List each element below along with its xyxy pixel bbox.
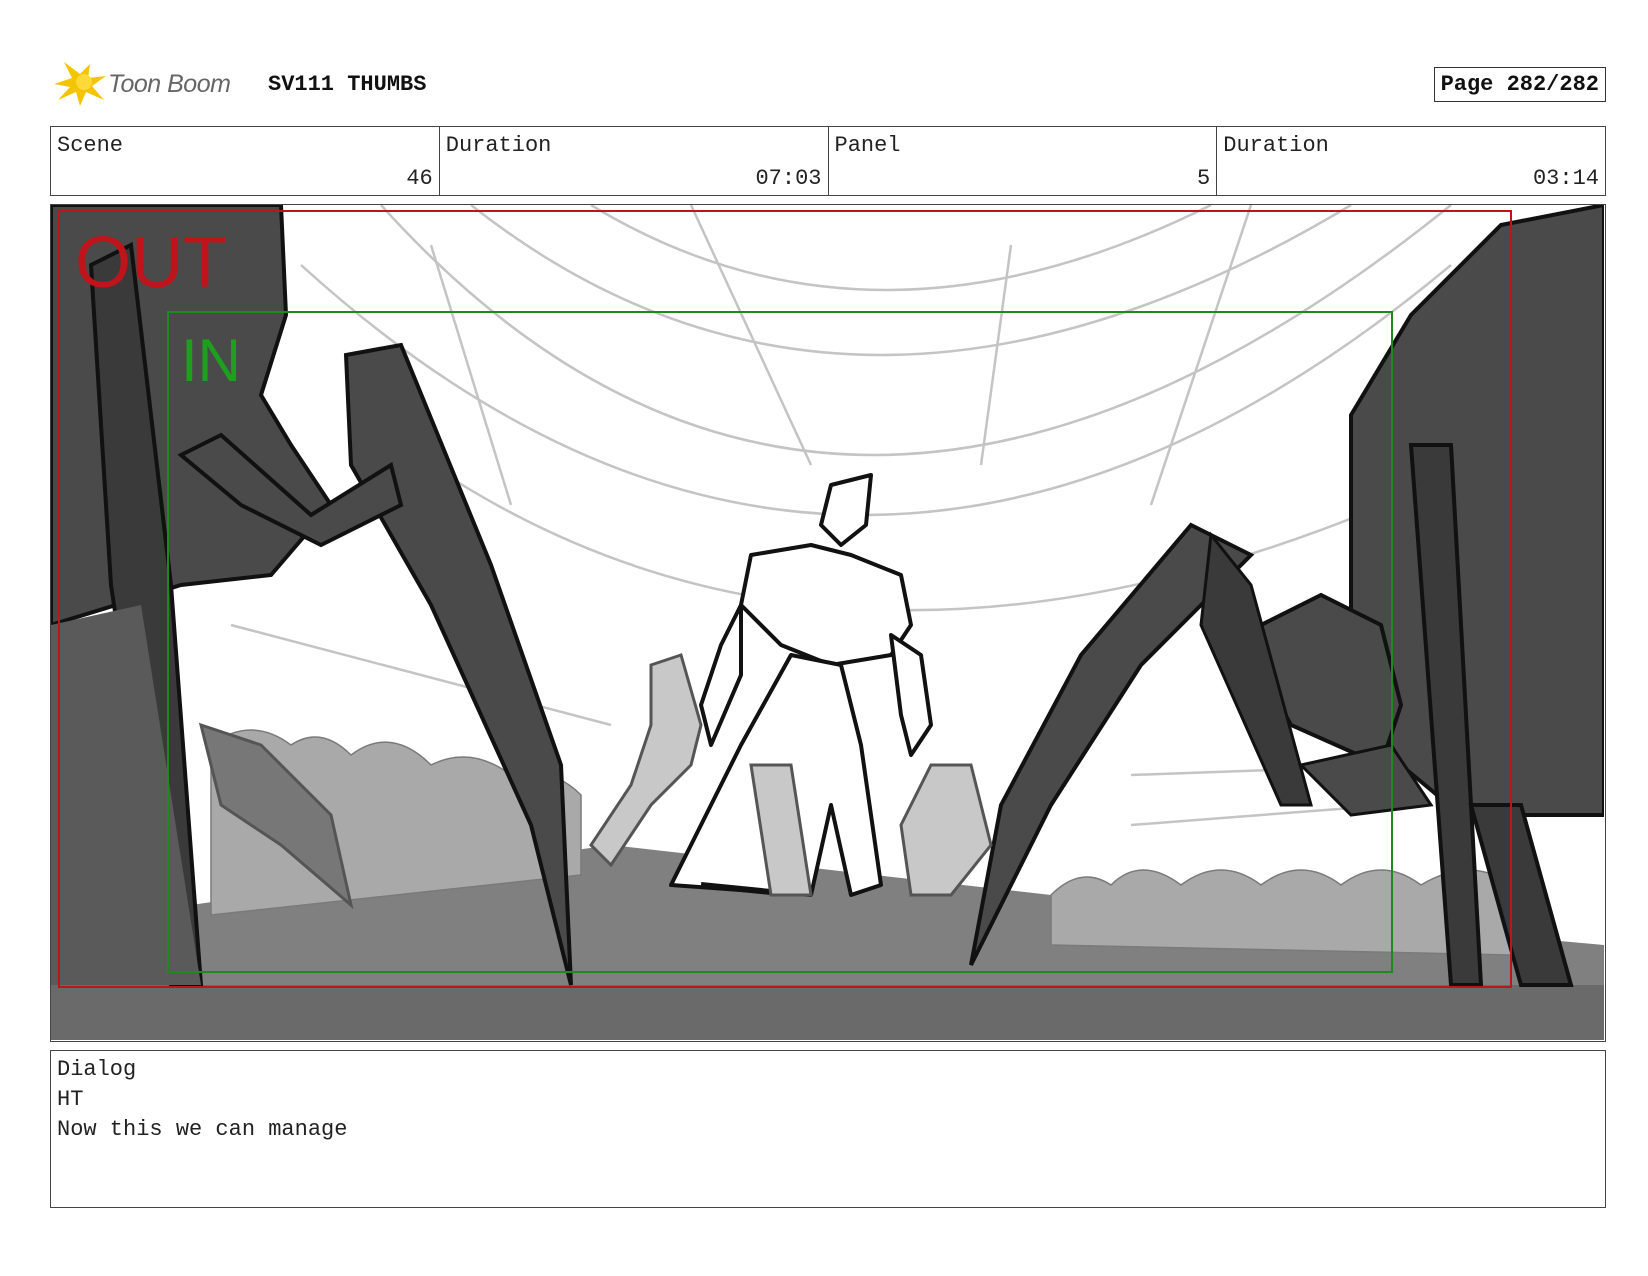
- in-label: IN: [181, 327, 241, 394]
- storyboard-header: Toon Boom SV111 THUMBS Page 282/282: [50, 58, 1606, 108]
- dialog-label: Dialog: [57, 1057, 137, 1082]
- panel-label: Panel: [834, 133, 901, 158]
- scene-duration-cell: Duration 07:03: [440, 127, 829, 195]
- panel-duration-label: Duration: [1223, 133, 1329, 158]
- scene-duration-value: 07:03: [755, 166, 822, 191]
- dialog-box: Dialog HT Now this we can manage: [50, 1050, 1606, 1208]
- toon-boom-logo: Toon Boom: [50, 60, 250, 106]
- sketch-drawing: OUT IN: [51, 205, 1604, 1040]
- panel-duration-value: 03:14: [1532, 166, 1599, 191]
- panel-info-table: Scene 46 Duration 07:03 Panel 5 Duration…: [50, 126, 1606, 196]
- storyboard-panel-image: OUT IN: [50, 204, 1606, 1042]
- panel-value: 5: [1197, 166, 1211, 191]
- page-indicator: Page 282/282: [1433, 67, 1606, 102]
- panel-duration-cell: Duration 03:14: [1217, 127, 1605, 195]
- scene-duration-label: Duration: [445, 133, 552, 158]
- dialog-speaker: HT: [57, 1087, 84, 1112]
- logo-text: Toon Boom: [108, 70, 231, 98]
- scene-value: 46: [406, 166, 433, 191]
- project-title: SV111 THUMBS: [268, 72, 427, 97]
- scene-label: Scene: [57, 133, 124, 158]
- scene-cell: Scene 46: [51, 127, 440, 195]
- out-label: OUT: [75, 223, 227, 303]
- starburst-icon: [54, 62, 106, 106]
- dialog-text: Now this we can manage: [57, 1117, 348, 1142]
- panel-cell: Panel 5: [829, 127, 1218, 195]
